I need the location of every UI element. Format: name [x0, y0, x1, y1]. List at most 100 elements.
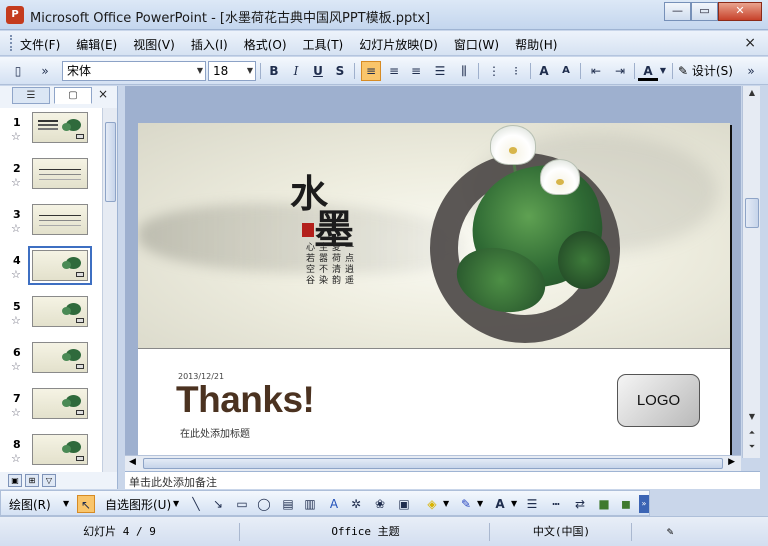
decrease-indent-icon[interactable]: ⇤ — [586, 61, 606, 81]
scrollbar-thumb[interactable] — [105, 122, 116, 202]
notes-placeholder[interactable]: 单击此处添加备注 — [129, 474, 217, 490]
close-pane-button[interactable]: × — [98, 87, 108, 101]
current-slide[interactable]: 水 墨 心若空谷 尘嚣不染 夏荷清韵 一点逍遥 2013/12/21 Thank… — [138, 123, 730, 455]
slide-thumbnail[interactable] — [32, 388, 88, 419]
slide-thumbnail-row[interactable]: 5 ☆ — [0, 294, 102, 338]
increase-indent-icon[interactable]: ⇥ — [610, 61, 630, 81]
columns-icon[interactable]: ⫼ — [454, 61, 474, 81]
slide-thumbnail[interactable] — [32, 296, 88, 327]
design-button[interactable]: ✎ 设计(S) — [678, 61, 740, 81]
chevron-down-icon[interactable]: ▼ — [477, 499, 483, 508]
distributed-align-icon[interactable]: ☰ — [430, 61, 450, 81]
new-document-icon[interactable]: ▯ — [8, 61, 28, 81]
slideshow-view-icon[interactable]: ▽ — [42, 474, 56, 487]
logo-placeholder[interactable]: LOGO — [617, 374, 700, 427]
arrow-style-icon[interactable]: ⇄ — [571, 495, 589, 513]
align-right-icon[interactable]: ≡ — [406, 61, 426, 81]
font-size-select[interactable]: 18 ▼ — [208, 61, 256, 81]
oval-tool-icon[interactable]: ◯ — [255, 495, 273, 513]
italic-button[interactable]: I — [286, 61, 306, 81]
increase-font-size-icon[interactable]: A — [534, 61, 554, 81]
clip-art-icon[interactable]: ❀ — [371, 495, 389, 513]
scrollbar-thumb[interactable] — [143, 458, 723, 469]
slide-sorter-view-icon[interactable]: ⊞ — [25, 474, 39, 487]
toolbar-options-icon[interactable]: » — [639, 495, 649, 513]
restore-button[interactable]: ▭ — [691, 2, 718, 21]
line-tool-icon[interactable]: ╲ — [187, 495, 205, 513]
slide-thumbnail[interactable] — [32, 204, 88, 235]
vertical-text-box-icon[interactable]: ▥ — [301, 495, 319, 513]
diagram-icon[interactable]: ✲ — [347, 495, 365, 513]
menu-file[interactable]: 文件(F) — [20, 36, 60, 53]
slide-thumbnail[interactable] — [28, 246, 92, 285]
close-document-button[interactable]: × — [744, 35, 756, 51]
line-style-icon[interactable]: ☰ — [523, 495, 541, 513]
slide-thumbnail-row-selected[interactable]: 4 ☆ — [0, 246, 102, 292]
slide-thumbnail[interactable] — [32, 342, 88, 373]
decrease-font-size-icon[interactable]: A — [556, 61, 576, 81]
scroll-up-icon[interactable]: ▲ — [745, 88, 759, 100]
draw-menu-button[interactable]: 绘图(R) — [9, 496, 51, 513]
chevron-down-icon[interactable]: ▼ — [658, 61, 668, 81]
chevron-down-icon[interactable]: ▼ — [173, 499, 179, 508]
scroll-left-icon[interactable]: ◀ — [129, 457, 136, 467]
bold-button[interactable]: B — [264, 61, 284, 81]
select-pointer-icon[interactable]: ↖ — [77, 495, 95, 513]
menu-format[interactable]: 格式(O) — [244, 36, 287, 53]
menu-window[interactable]: 窗口(W) — [454, 36, 499, 53]
slide-thumbnail-row[interactable]: 2 ☆ — [0, 156, 102, 200]
slide-subtitle-placeholder[interactable]: 在此处添加标题 — [180, 425, 250, 440]
spelling-check-icon[interactable]: ✎ — [656, 523, 684, 541]
menu-tools[interactable]: 工具(T) — [303, 36, 344, 53]
notes-pane[interactable]: 单击此处添加备注 — [125, 471, 760, 489]
dash-style-icon[interactable]: ┅ — [547, 495, 565, 513]
toolbar-options-icon[interactable]: » — [744, 61, 758, 81]
line-color-icon[interactable]: ✎ — [457, 495, 475, 513]
next-slide-icon[interactable]: ⏷ — [745, 442, 759, 454]
slide-thumbnail[interactable] — [32, 434, 88, 465]
scroll-down-icon[interactable]: ▼ — [745, 412, 759, 424]
align-left-icon[interactable]: ≡ — [361, 61, 381, 81]
numbered-list-icon[interactable]: ⋮ — [484, 61, 504, 81]
slide-thumbnail-row[interactable]: 6 ☆ — [0, 340, 102, 384]
slide-thumbnail-row[interactable]: 3 ☆ — [0, 202, 102, 246]
text-box-icon[interactable]: ▤ — [279, 495, 297, 513]
slide-thanks-title[interactable]: Thanks! — [176, 379, 315, 421]
wordart-icon[interactable]: A — [325, 495, 343, 513]
tab-outline[interactable]: ☰ — [12, 87, 50, 104]
text-shadow-button[interactable]: S — [330, 61, 350, 81]
slide-thumbnail[interactable] — [32, 158, 88, 189]
chevron-down-icon[interactable]: ▼ — [511, 499, 517, 508]
shadow-style-icon[interactable]: ■ — [595, 495, 613, 513]
chevron-down-icon[interactable]: ▼ — [63, 499, 69, 508]
tab-slides[interactable]: ▢ — [54, 87, 92, 104]
thumbnail-scrollbar[interactable] — [102, 108, 117, 472]
slide-thumbnail-row[interactable]: 1 ☆ — [0, 110, 102, 154]
editor-vertical-scrollbar[interactable]: ▲ ▼ ⏶ ⏷ — [742, 86, 760, 458]
arrow-tool-icon[interactable]: ↘ — [209, 495, 227, 513]
slide-thumbnail-row[interactable]: 8 ☆ — [0, 432, 102, 472]
menu-help[interactable]: 帮助(H) — [515, 36, 557, 53]
underline-button[interactable]: U — [308, 61, 328, 81]
align-center-icon[interactable]: ≡ — [384, 61, 404, 81]
menu-view[interactable]: 视图(V) — [133, 36, 175, 53]
rectangle-tool-icon[interactable]: ▭ — [233, 495, 251, 513]
toolbar-grip-icon[interactable] — [10, 35, 13, 51]
minimize-button[interactable]: — — [664, 2, 691, 21]
bulleted-list-icon[interactable]: ⁝ — [506, 61, 526, 81]
menu-insert[interactable]: 插入(I) — [191, 36, 228, 53]
powerpoint-app-icon[interactable]: P — [6, 6, 24, 24]
toolbar-options-icon[interactable]: » — [38, 61, 52, 81]
3d-style-icon[interactable]: ◼ — [617, 495, 635, 513]
scrollbar-thumb[interactable] — [745, 198, 759, 228]
font-name-select[interactable]: 宋体 ▼ — [62, 61, 206, 81]
normal-view-icon[interactable]: ▣ — [8, 474, 22, 487]
previous-slide-icon[interactable]: ⏶ — [745, 428, 759, 440]
chevron-down-icon[interactable]: ▼ — [443, 499, 449, 508]
scroll-right-icon[interactable]: ▶ — [728, 457, 735, 467]
slide-thumbnail-row[interactable]: 7 ☆ — [0, 386, 102, 430]
slide-thumbnail[interactable] — [32, 112, 88, 143]
picture-icon[interactable]: ▣ — [395, 495, 413, 513]
font-color-icon[interactable]: A — [638, 61, 658, 81]
close-window-button[interactable]: ✕ — [718, 2, 762, 21]
